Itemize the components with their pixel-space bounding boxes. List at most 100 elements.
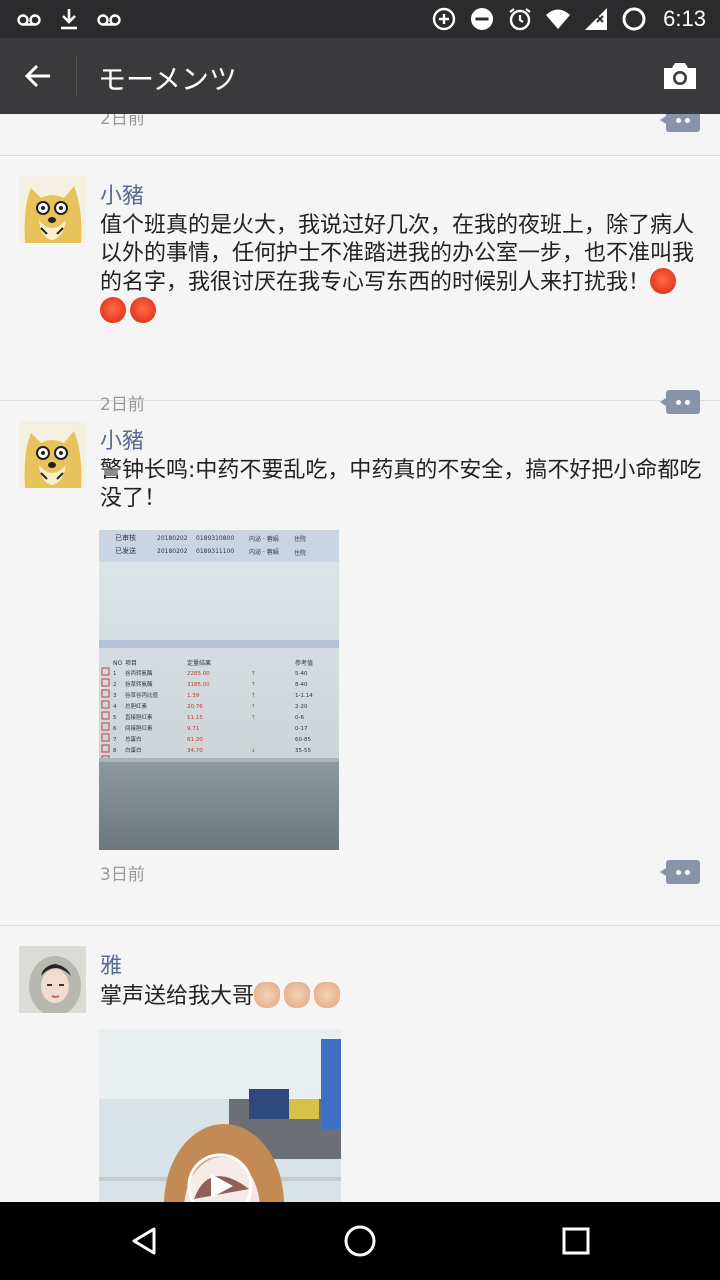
avatar[interactable] bbox=[19, 946, 86, 1013]
table-cell: 总蛋白 bbox=[125, 735, 142, 743]
table-cell: 谷草谷丙比值 bbox=[125, 691, 159, 699]
table-cell: 直接胆红素 bbox=[125, 713, 153, 721]
lab-report-photo: 已审核 20180202 0189310800 内泌 · 蓉娟 住院 已发送 2… bbox=[99, 530, 339, 850]
post-time: 2日前 bbox=[100, 114, 145, 129]
voicemail-icon bbox=[97, 14, 121, 26]
nav-home-button[interactable] bbox=[340, 1221, 380, 1261]
feed-post: 小豬 警钟长鸣:中药不要乱吃，中药真的不安全，搞不好把小命都吃没了！ 已审核 2… bbox=[0, 401, 720, 926]
arrow-back-icon bbox=[24, 64, 50, 88]
table-cell: 35-55 bbox=[295, 748, 311, 754]
doge-avatar-icon bbox=[19, 176, 86, 243]
feed-post: 雅 掌声送给我大哥 bbox=[0, 926, 720, 1202]
clapping-hands-emoji-icon bbox=[284, 982, 311, 1008]
table-cell: 3 bbox=[113, 693, 117, 699]
post-text: 警钟长鸣:中药不要乱吃，中药真的不安全，搞不好把小命都吃没了！ bbox=[100, 458, 702, 511]
post-text-content: 掌声送给我大哥 bbox=[100, 984, 255, 1009]
table-cell: 0-6 bbox=[295, 715, 304, 721]
camera-icon bbox=[664, 63, 696, 89]
table-cell: 0-17 bbox=[295, 726, 308, 732]
angry-face-emoji-icon bbox=[130, 297, 156, 323]
comment-button[interactable] bbox=[660, 860, 700, 884]
avatar[interactable] bbox=[19, 176, 86, 243]
nav-back-button[interactable] bbox=[124, 1221, 164, 1261]
doge-avatar-icon bbox=[19, 421, 86, 488]
download-icon bbox=[61, 9, 77, 30]
back-triangle-icon bbox=[132, 1227, 156, 1255]
app-bar: モーメンツ bbox=[0, 38, 720, 114]
post-author[interactable]: 小豬 bbox=[100, 423, 144, 455]
recents-square-icon bbox=[562, 1227, 590, 1255]
camera-button[interactable] bbox=[658, 54, 702, 98]
alarm-icon bbox=[509, 8, 531, 31]
home-circle-icon bbox=[344, 1225, 376, 1257]
table-cell: ↑ bbox=[251, 692, 256, 699]
angry-face-emoji-icon bbox=[650, 268, 677, 294]
svg-text:已发送: 已发送 bbox=[115, 546, 136, 555]
table-cell: 间接胆红素 bbox=[125, 724, 153, 732]
nav-recents-button[interactable] bbox=[556, 1221, 596, 1261]
svg-text:住院: 住院 bbox=[294, 549, 306, 557]
angry-face-emoji-icon bbox=[100, 297, 126, 323]
svg-text:已审核: 已审核 bbox=[115, 533, 136, 542]
data-saver-icon bbox=[432, 7, 456, 31]
feed-post: 小豬 值个班真的是火大，我说过好几次，在我的夜班上，除了病人以外的事情，任何护士… bbox=[0, 156, 720, 415]
table-cell: 5-40 bbox=[295, 671, 308, 677]
table-cell: 总胆红素 bbox=[125, 702, 148, 710]
table-header-cell: 定量结果 bbox=[187, 659, 211, 667]
battery-icon bbox=[622, 7, 646, 31]
status-time: 6:13 bbox=[663, 6, 706, 31]
moments-feed[interactable]: 2日前 小豬 值个班真的是火大，我说过好几次，在我的夜班上，除了病人以外的事情，… bbox=[0, 114, 720, 1202]
table-cell: 谷丙转氨酶 bbox=[125, 669, 153, 677]
clapping-hands-emoji-icon bbox=[314, 982, 341, 1008]
table-cell: 34.70 bbox=[187, 748, 203, 754]
table-header-cell: 项目 bbox=[125, 660, 137, 667]
table-cell: 2285.00 bbox=[187, 671, 210, 677]
feed-post-partial: 2日前 bbox=[0, 114, 720, 156]
post-time: 3日前 bbox=[100, 865, 145, 885]
post-author[interactable]: 雅 bbox=[100, 948, 122, 980]
video-thumbnail bbox=[99, 1029, 341, 1202]
table-cell: 20.76 bbox=[187, 704, 203, 710]
back-button[interactable] bbox=[14, 52, 62, 100]
table-cell: 1-1.14 bbox=[295, 693, 313, 699]
table-cell: 2 bbox=[113, 682, 117, 688]
svg-text:0189310800: 0189310800 bbox=[196, 535, 234, 542]
table-cell: 8 bbox=[113, 748, 117, 754]
table-cell: 60-85 bbox=[295, 737, 311, 743]
table-cell: 白蛋白 bbox=[125, 746, 142, 754]
system-nav-bar bbox=[0, 1202, 720, 1280]
post-author[interactable]: 小豬 bbox=[100, 178, 144, 210]
status-bar: 6:13 bbox=[0, 0, 720, 38]
table-cell: 11.15 bbox=[187, 715, 203, 721]
table-cell: 2-20 bbox=[295, 704, 308, 710]
table-cell: 1 bbox=[113, 671, 117, 677]
post-photo[interactable]: 已审核 20180202 0189310800 内泌 · 蓉娟 住院 已发送 2… bbox=[99, 530, 339, 850]
svg-text:20180202: 20180202 bbox=[157, 548, 188, 555]
table-cell: ↑ bbox=[251, 681, 256, 688]
table-cell: ↑ bbox=[251, 670, 256, 677]
table-cell: 8-40 bbox=[295, 682, 308, 688]
signal-icon bbox=[585, 8, 608, 30]
table-cell: 3185.00 bbox=[187, 682, 210, 688]
svg-text:内泌 · 蓉娟: 内泌 · 蓉娟 bbox=[249, 535, 279, 543]
do-not-disturb-icon bbox=[471, 8, 494, 30]
avatar[interactable] bbox=[19, 421, 86, 488]
table-cell: 谷草转氨酶 bbox=[125, 680, 153, 688]
voicemail-icon bbox=[17, 14, 41, 26]
table-cell: ↑ bbox=[251, 714, 256, 721]
clapping-hands-emoji-icon bbox=[254, 982, 281, 1008]
post-video[interactable] bbox=[99, 1029, 341, 1202]
table-cell: 61.20 bbox=[187, 737, 203, 743]
svg-text:0189311100: 0189311100 bbox=[196, 548, 234, 555]
svg-text:住院: 住院 bbox=[294, 535, 306, 543]
table-cell: 4 bbox=[113, 704, 117, 710]
table-cell: 7 bbox=[113, 737, 117, 743]
table-cell: 5 bbox=[113, 715, 117, 721]
post-text: 值个班真的是火大，我说过好几次，在我的夜班上，除了病人以外的事情，任何护士不准踏… bbox=[100, 212, 704, 326]
comment-button[interactable] bbox=[660, 114, 700, 132]
table-cell: 9.71 bbox=[187, 726, 199, 732]
table-cell: 1.39 bbox=[187, 693, 200, 699]
wifi-icon bbox=[546, 9, 571, 29]
svg-text:20180202: 20180202 bbox=[157, 535, 188, 542]
post-text: 掌声送给我大哥 bbox=[100, 982, 704, 1011]
